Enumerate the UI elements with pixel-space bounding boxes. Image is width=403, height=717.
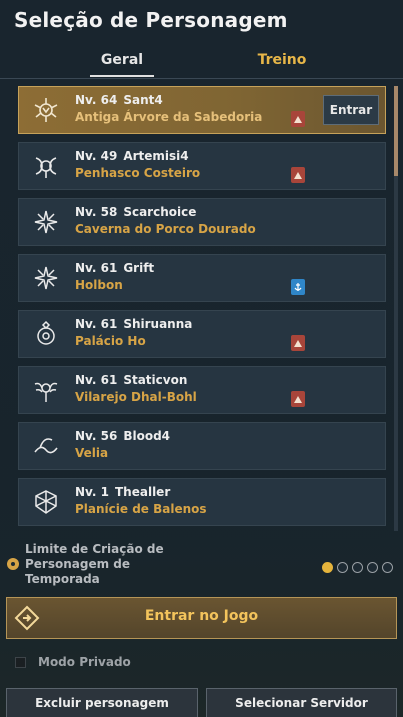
tab-bar: Geral Treino [0, 50, 403, 80]
character-title: Nv. 1 Thealler [75, 485, 170, 499]
region-badge-icon [291, 335, 305, 351]
tab-active-underline [90, 75, 154, 77]
character-name: Shiruanna [123, 317, 193, 331]
character-name: Grift [123, 261, 155, 275]
region-badge-icon [291, 111, 305, 127]
character-location: Palácio Ho [75, 334, 146, 348]
shield-class-icon [31, 487, 61, 517]
season-slot-info: Limite de Criação de Personagem de Tempo… [0, 538, 403, 594]
private-mode-label: Modo Privado [38, 655, 131, 669]
tab-training-label: Treino [257, 52, 307, 68]
axe-class-icon [31, 151, 61, 181]
character-row[interactable]: Nv. 61 Staticvon Vilarejo Dhal-Bohl [18, 366, 386, 414]
enter-game-button[interactable]: Entrar no Jogo [6, 597, 397, 639]
enter-character-button[interactable]: Entrar [323, 95, 379, 125]
list-scrollbar[interactable] [394, 86, 398, 531]
character-location: Caverna do Porco Dourado [75, 222, 256, 236]
star-class-icon [31, 207, 61, 237]
character-title: Nv. 61 Shiruanna [75, 317, 192, 331]
character-name: Scarchoice [123, 205, 197, 219]
private-mode-checkbox[interactable] [15, 657, 26, 668]
wing-class-icon [31, 375, 61, 405]
orb-class-icon [31, 319, 61, 349]
select-server-button[interactable]: Selecionar Servidor [206, 688, 397, 717]
character-location: Vilarejo Dhal-Bohl [75, 390, 197, 404]
character-location: Penhasco Costeiro [75, 166, 201, 180]
character-level: Nv. 61 [75, 261, 118, 275]
character-title: Nv. 56 Blood4 [75, 429, 170, 443]
tab-general-label: Geral [100, 52, 144, 68]
character-row[interactable]: Nv. 49 Artemisi4 Penhasco Costeiro [18, 142, 386, 190]
character-title: Nv. 58 Scarchoice [75, 205, 196, 219]
character-name: Artemisi4 [123, 149, 189, 163]
character-level: Nv. 56 [75, 429, 118, 443]
tab-divider [0, 78, 403, 79]
slot-dot-empty [337, 562, 348, 573]
delete-character-button[interactable]: Excluir personagem [6, 688, 198, 717]
slot-dot-empty [367, 562, 378, 573]
character-level: Nv. 61 [75, 317, 118, 331]
character-level: Nv. 49 [75, 149, 118, 163]
character-level: Nv. 64 [75, 93, 118, 107]
character-title: Nv. 49 Artemisi4 [75, 149, 189, 163]
character-level: Nv. 61 [75, 373, 118, 387]
character-row-selected[interactable]: Nv. 64 Sant4 Antiga Árvore da Sabedoria E… [18, 86, 386, 134]
character-title: Nv. 61 Staticvon [75, 373, 187, 387]
season-limit-text: Limite de Criação de Personagem de Tempo… [25, 542, 164, 586]
character-title: Nv. 64 Sant4 [75, 93, 163, 107]
tab-training[interactable]: Treino [250, 52, 314, 68]
page-title: Seleção de Personagem [14, 8, 288, 32]
slot-dot-empty [352, 562, 363, 573]
character-row[interactable]: Nv. 61 Shiruanna Palácio Ho [18, 310, 386, 358]
character-location: Planície de Balenos [75, 502, 207, 516]
character-row[interactable]: Nv. 1 Thealler Planície de Balenos [18, 478, 386, 526]
character-title: Nv. 61 Grift [75, 261, 154, 275]
character-name: Blood4 [123, 429, 171, 443]
anchor-badge-icon [291, 279, 305, 295]
character-row[interactable]: Nv. 61 Grift Holbon [18, 254, 386, 302]
star-class-icon [31, 263, 61, 293]
character-row[interactable]: Nv. 56 Blood4 Velia [18, 422, 386, 470]
character-name: Staticvon [123, 373, 188, 387]
slot-dot-filled [322, 562, 333, 573]
character-location: Antiga Árvore da Sabedoria [75, 110, 263, 124]
character-level: Nv. 1 [75, 485, 109, 499]
info-icon [7, 558, 19, 570]
character-location: Velia [75, 446, 109, 460]
region-badge-icon [291, 167, 305, 183]
slot-dot-empty [382, 562, 393, 573]
region-badge-icon [291, 391, 305, 407]
tab-general[interactable]: Geral [90, 52, 154, 77]
character-name: Sant4 [123, 93, 163, 107]
character-location: Holbon [75, 278, 123, 292]
character-name: Thealler [114, 485, 171, 499]
character-select-panel: Seleção de Personagem Geral Treino Nv. 6… [0, 0, 403, 717]
character-row[interactable]: Nv. 58 Scarchoice Caverna do Porco Dourad… [18, 198, 386, 246]
scrollbar-thumb[interactable] [394, 86, 398, 176]
mystic-class-icon [31, 95, 61, 125]
enter-game-label: Entrar no Jogo [144, 608, 259, 624]
season-slot-dots [322, 562, 393, 573]
wave-class-icon [31, 431, 61, 461]
character-level: Nv. 58 [75, 205, 118, 219]
